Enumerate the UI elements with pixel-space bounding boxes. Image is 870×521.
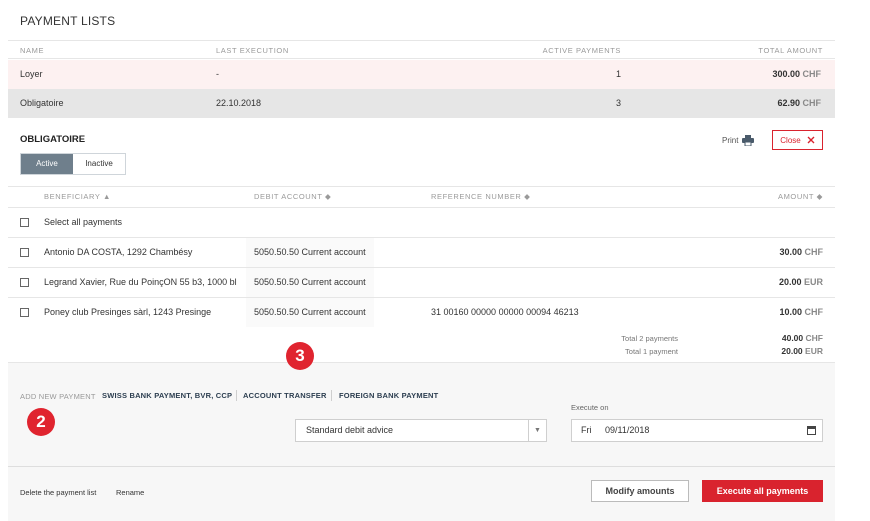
reference-number: 31 00160 00000 00000 00094 46213	[431, 307, 579, 317]
calendar-icon[interactable]	[807, 426, 816, 435]
link-separator	[236, 390, 237, 401]
payment-row: Legrand Xavier, Rue du PoinçON 55 b3, 10…	[8, 268, 835, 297]
list-detail-title: OBLIGATOIRE	[20, 134, 86, 145]
divider	[8, 58, 835, 59]
beneficiary: Poney club Presinges sàrl, 1243 Presinge	[44, 307, 212, 317]
account-transfer-link[interactable]: ACCOUNT TRANSFER	[243, 391, 327, 400]
row-last-execution: 22.10.2018	[216, 98, 262, 108]
modify-amounts-button[interactable]: Modify amounts	[591, 480, 689, 502]
payment-checkbox[interactable]	[20, 278, 29, 287]
foreign-bank-payment-link[interactable]: FOREIGN BANK PAYMENT	[339, 391, 438, 400]
col-header-amount[interactable]: AMOUNT ◆	[778, 192, 823, 201]
payment-amount: 10.00 CHF	[779, 307, 823, 317]
debit-advice-value: Standard debit advice	[306, 425, 394, 435]
printer-icon	[742, 135, 755, 146]
total-label: Total 2 payments	[621, 334, 678, 343]
print-button[interactable]: Print	[722, 135, 755, 146]
payment-row: Poney club Presinges sàrl, 1243 Presinge…	[8, 298, 835, 327]
rename-link[interactable]: Rename	[116, 488, 144, 497]
step-badge: 2	[27, 408, 55, 436]
link-separator	[331, 390, 332, 401]
col-header-reference[interactable]: REFERENCE NUMBER ◆	[431, 192, 531, 201]
toggle-active[interactable]: Active	[21, 154, 73, 174]
debit-account: 5050.50.50 Current account	[246, 298, 374, 327]
col-header-debit-account[interactable]: DEBIT ACCOUNT ◆	[254, 192, 331, 201]
payment-amount: 30.00 CHF	[779, 247, 823, 257]
status-toggle: Active Inactive	[20, 153, 126, 175]
step-badge: 3	[286, 342, 314, 370]
payment-list-row-loyer[interactable]: Loyer - 1 300.00 CHF	[8, 60, 835, 89]
close-x-icon	[807, 136, 815, 144]
row-last-execution: -	[216, 69, 219, 79]
select-all-checkbox[interactable]	[20, 218, 29, 227]
total-label: Total 1 payment	[625, 347, 678, 356]
row-total-amount: 300.00 CHF	[772, 69, 821, 79]
beneficiary: Antonio DA COSTA, 1292 Chambésy	[44, 247, 193, 257]
close-label: Close	[780, 135, 801, 145]
page-title: PAYMENT LISTS	[20, 14, 116, 28]
chevron-down-icon: ▼	[528, 420, 546, 441]
payment-row: Antonio DA COSTA, 1292 Chambésy 5050.50.…	[8, 238, 835, 267]
total-amount: 40.00 CHF	[781, 333, 823, 343]
row-name: Loyer	[20, 69, 43, 79]
col-header-total-amount: TOTAL AMOUNT	[758, 46, 823, 55]
debit-advice-select[interactable]: Standard debit advice ▼	[295, 419, 547, 442]
divider	[8, 466, 835, 467]
divider	[8, 362, 835, 363]
payment-lists-page: PAYMENT LISTS NAME LAST EXECUTION ACTIVE…	[8, 0, 835, 521]
delete-list-link[interactable]: Delete the payment list	[20, 488, 96, 497]
col-header-beneficiary[interactable]: BENEFICIARY ▲	[44, 192, 111, 201]
payment-checkbox[interactable]	[20, 248, 29, 257]
divider	[8, 40, 835, 41]
divider	[8, 186, 835, 187]
col-header-name: NAME	[20, 46, 45, 55]
print-label: Print	[722, 136, 739, 145]
beneficiary: Legrand Xavier, Rue du PoinçON 55 b3, 10…	[44, 277, 237, 287]
execute-date: 09/11/2018	[605, 425, 650, 435]
debit-account: 5050.50.50 Current account	[246, 268, 374, 297]
payment-list-row-obligatoire[interactable]: Obligatoire 22.10.2018 3 62.90 CHF	[8, 89, 835, 118]
row-active-payments: 1	[615, 69, 621, 79]
select-all-label: Select all payments	[44, 217, 123, 227]
payment-checkbox[interactable]	[20, 308, 29, 317]
select-all-row: Select all payments	[8, 208, 835, 237]
close-button[interactable]: Close	[772, 130, 823, 150]
execute-on-label: Execute on	[571, 403, 609, 412]
col-header-last-execution: LAST EXECUTION	[216, 46, 289, 55]
execute-day: Fri	[581, 425, 592, 435]
col-header-active-payments: ACTIVE PAYMENTS	[542, 46, 621, 55]
debit-account: 5050.50.50 Current account	[246, 238, 374, 267]
row-name: Obligatoire	[20, 98, 64, 108]
row-active-payments: 3	[615, 98, 621, 108]
total-amount: 20.00 EUR	[781, 346, 823, 356]
execute-all-button[interactable]: Execute all payments	[702, 480, 823, 502]
add-payment-label: ADD NEW PAYMENT	[20, 392, 96, 401]
payment-amount: 20.00 EUR	[778, 277, 823, 287]
row-total-amount: 62.90 CHF	[777, 98, 821, 108]
execute-on-date-field[interactable]: Fri 09/11/2018	[571, 419, 823, 442]
swiss-bank-payment-link[interactable]: SWISS BANK PAYMENT, BVR, CCP	[102, 391, 232, 400]
toggle-inactive[interactable]: Inactive	[73, 154, 125, 174]
